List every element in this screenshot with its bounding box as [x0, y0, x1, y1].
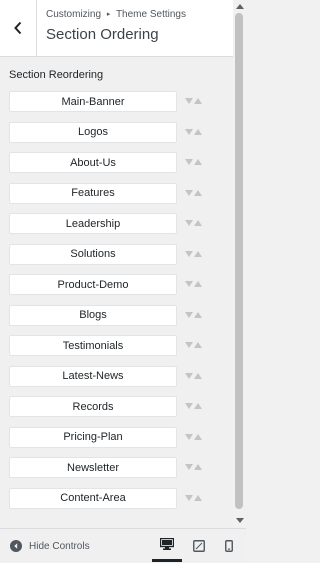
panel-header: Customizing ▸ Theme Settings Section Ord… — [0, 0, 233, 57]
scroll-down-button[interactable] — [233, 514, 246, 526]
reorder-controls — [185, 248, 203, 260]
list-item: Records — [9, 396, 231, 418]
section-item-product-demo[interactable]: Product-Demo — [9, 274, 177, 295]
reorder-controls — [185, 370, 203, 382]
section-item-records[interactable]: Records — [9, 396, 177, 417]
list-item: Product-Demo — [9, 274, 231, 296]
section-item-main-banner[interactable]: Main-Banner — [9, 91, 177, 112]
section-label: Section Reordering — [9, 69, 104, 81]
arrow-down-icon[interactable] — [185, 281, 193, 287]
arrow-up-icon[interactable] — [194, 250, 202, 257]
scroll-up-button[interactable] — [233, 0, 246, 12]
reorder-controls — [185, 187, 203, 199]
chevron-left-icon — [14, 21, 22, 35]
hide-controls-button[interactable]: Hide Controls — [10, 540, 90, 552]
arrow-down-icon[interactable] — [185, 128, 193, 135]
section-item-about-us[interactable]: About-Us — [9, 152, 177, 173]
arrow-up-icon[interactable] — [194, 342, 202, 348]
arrow-up-icon[interactable] — [194, 403, 202, 409]
arrow-up-icon[interactable] — [194, 464, 202, 470]
breadcrumb-root: Customizing — [46, 9, 102, 20]
reorder-controls — [185, 431, 203, 443]
scroll-down-arrow-icon — [235, 517, 244, 523]
reorder-controls — [185, 339, 203, 351]
collapse-arrow-icon — [10, 540, 22, 552]
reorder-controls — [185, 400, 203, 412]
arrow-down-icon[interactable] — [185, 189, 193, 196]
breadcrumb: Customizing ▸ Theme Settings — [46, 9, 186, 20]
arrow-down-icon[interactable] — [185, 220, 193, 226]
arrow-down-icon[interactable] — [185, 342, 193, 348]
desktop-icon — [160, 538, 174, 550]
list-item: Latest-News — [9, 365, 231, 388]
breadcrumb-leaf: Theme Settings — [115, 9, 186, 20]
section-item-newsletter[interactable]: Newsletter — [9, 457, 177, 478]
list-item: Features — [9, 182, 231, 205]
reorder-controls — [185, 156, 203, 168]
reorder-controls — [185, 278, 203, 290]
mobile-icon — [225, 539, 233, 552]
section-item-testimonials[interactable]: Testimonials — [9, 335, 177, 356]
arrow-up-icon[interactable] — [194, 98, 202, 104]
arrow-up-icon[interactable] — [194, 189, 202, 196]
arrow-up-icon[interactable] — [194, 281, 202, 287]
arrow-down-icon[interactable] — [185, 250, 193, 257]
device-desktop-button[interactable] — [152, 529, 182, 562]
list-item: Pricing-Plan — [9, 426, 231, 449]
arrow-down-icon[interactable] — [185, 464, 193, 470]
section-item-pricing-plan[interactable]: Pricing-Plan — [9, 426, 177, 448]
tablet-icon — [193, 539, 205, 552]
list-item: Blogs — [9, 304, 231, 327]
list-item: Main-Banner — [9, 91, 231, 113]
list-item: Newsletter — [9, 457, 231, 479]
reorder-controls — [185, 126, 203, 138]
arrow-down-icon[interactable] — [185, 311, 193, 318]
arrow-up-icon[interactable] — [194, 311, 202, 318]
section-item-logos[interactable]: Logos — [9, 121, 177, 143]
arrow-up-icon[interactable] — [194, 372, 202, 379]
arrow-down-icon[interactable] — [185, 98, 193, 104]
arrow-down-icon[interactable] — [185, 433, 193, 440]
arrow-up-icon[interactable] — [194, 159, 202, 165]
list-item: Solutions — [9, 243, 231, 266]
arrow-up-icon[interactable] — [194, 220, 202, 226]
customizer-panel: Customizing ▸ Theme Settings Section Ord… — [0, 0, 233, 563]
device-mobile-button[interactable] — [214, 529, 244, 562]
section-item-latest-news[interactable]: Latest-News — [9, 365, 177, 387]
section-item-solutions[interactable]: Solutions — [9, 243, 177, 265]
list-item: About-Us — [9, 152, 231, 174]
reorder-controls — [185, 95, 203, 107]
reorder-controls — [185, 217, 203, 229]
list-item: Logos — [9, 121, 231, 144]
reorder-controls — [185, 309, 203, 321]
hide-controls-label: Hide Controls — [29, 540, 90, 552]
arrow-down-icon[interactable] — [185, 159, 193, 165]
section-list: Main-Banner Logos About-Us Features Lead… — [9, 91, 231, 518]
back-button[interactable] — [0, 0, 37, 56]
arrow-up-icon[interactable] — [194, 128, 202, 135]
section-item-features[interactable]: Features — [9, 182, 177, 204]
list-item: Content-Area — [9, 487, 231, 510]
page-title: Section Ordering — [46, 26, 159, 43]
customizer-footer: Hide Controls — [0, 528, 246, 563]
scrollbar[interactable] — [233, 0, 246, 528]
arrow-down-icon[interactable] — [185, 372, 193, 379]
scrollbar-thumb[interactable] — [235, 13, 243, 509]
arrow-up-icon[interactable] — [194, 494, 202, 501]
section-item-content-area[interactable]: Content-Area — [9, 487, 177, 509]
list-item: Testimonials — [9, 335, 231, 357]
arrow-down-icon[interactable] — [185, 494, 193, 501]
reorder-controls — [185, 461, 203, 473]
reorder-controls — [185, 492, 203, 504]
device-tablet-button[interactable] — [184, 529, 214, 562]
breadcrumb-separator-icon: ▸ — [106, 11, 111, 18]
section-item-blogs[interactable]: Blogs — [9, 304, 177, 326]
scroll-up-arrow-icon — [235, 3, 244, 9]
arrow-up-icon[interactable] — [194, 433, 202, 440]
section-item-leadership[interactable]: Leadership — [9, 213, 177, 234]
arrow-down-icon[interactable] — [185, 403, 193, 409]
list-item: Leadership — [9, 213, 231, 235]
